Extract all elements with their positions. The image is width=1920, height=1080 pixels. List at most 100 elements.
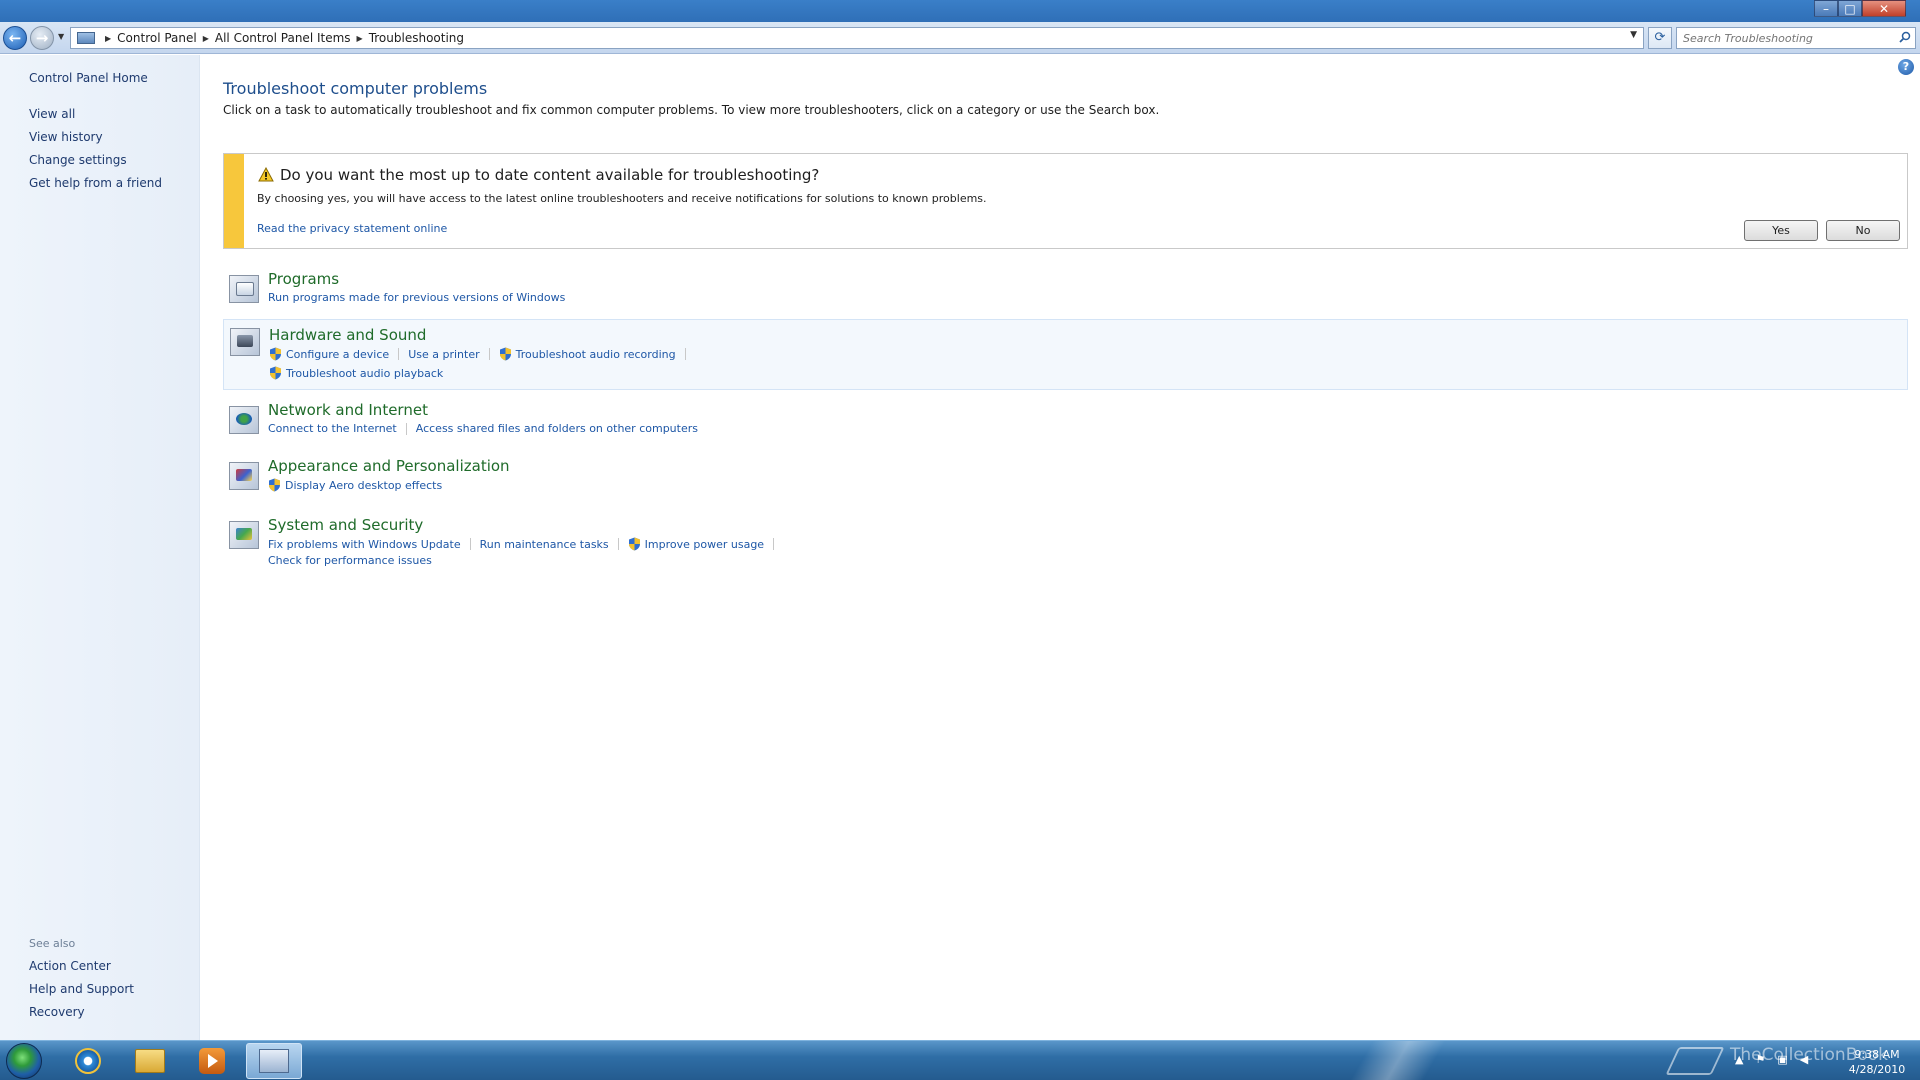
privacy-statement-link[interactable]: Read the privacy statement online <box>257 222 447 235</box>
category-title-system-security[interactable]: System and Security <box>268 516 423 534</box>
link-label: Check for performance issues <box>268 554 432 567</box>
category-title-network[interactable]: Network and Internet <box>268 401 428 419</box>
view-history-link[interactable]: View history <box>29 130 103 144</box>
category-links: Run programs made for previous versions … <box>268 291 565 304</box>
system-security-icon[interactable] <box>229 521 259 549</box>
back-button[interactable]: ← <box>3 26 27 50</box>
taskbar-control-panel[interactable] <box>246 1043 302 1079</box>
warning-icon <box>258 167 274 182</box>
category-network-and-internet: Network and Internet Connect to the Inte… <box>223 398 1908 444</box>
fix-windows-update-link[interactable]: Fix problems with Windows Update <box>268 538 461 551</box>
use-printer-link[interactable]: Use a printer <box>408 348 479 361</box>
action-center-flag-icon[interactable]: ⚑ <box>1755 1053 1765 1066</box>
refresh-button[interactable]: ⟳ <box>1648 27 1672 49</box>
show-hidden-icons-icon[interactable]: ▲ <box>1735 1053 1743 1066</box>
category-links: Fix problems with Windows Update Run mai… <box>268 537 783 551</box>
configure-device-link[interactable]: Configure a device <box>269 347 389 361</box>
refresh-icon: ⟳ <box>1654 30 1666 45</box>
link-separator <box>488 348 490 360</box>
infobar-accent-stripe <box>224 154 244 248</box>
run-maintenance-tasks-link[interactable]: Run maintenance tasks <box>480 538 609 551</box>
check-performance-issues-link[interactable]: Check for performance issues <box>268 554 432 567</box>
change-settings-link[interactable]: Change settings <box>29 153 127 167</box>
network-internet-icon[interactable] <box>229 406 259 434</box>
taskbar-wallpaper-streak <box>1300 1041 1520 1080</box>
chevron-right-icon[interactable]: ▶ <box>105 34 111 43</box>
link-label: Run programs made for previous versions … <box>268 291 566 304</box>
category-links: Display Aero desktop effects <box>268 478 442 492</box>
link-separator <box>405 422 407 435</box>
internet-explorer-icon <box>75 1048 101 1074</box>
search-box[interactable] <box>1676 27 1916 49</box>
control-panel-icon <box>77 32 95 44</box>
hardware-sound-icon[interactable] <box>230 328 260 356</box>
arrow-right-icon: → <box>35 29 49 47</box>
uac-shield-icon <box>270 347 281 361</box>
forward-button[interactable]: → <box>30 26 54 50</box>
category-system-and-security: System and Security Fix problems with Wi… <box>223 513 1908 575</box>
chevron-right-icon[interactable]: ▶ <box>203 34 209 43</box>
recovery-link[interactable]: Recovery <box>29 1005 85 1019</box>
link-separator <box>469 538 471 550</box>
left-navigation-pane: Control Panel Home View all View history… <box>0 55 200 1040</box>
run-old-programs-link[interactable]: Run programs made for previous versions … <box>268 291 565 304</box>
breadcrumb-troubleshooting[interactable]: Troubleshooting <box>369 31 464 45</box>
folder-icon <box>135 1049 165 1073</box>
troubleshoot-audio-recording-link[interactable]: Troubleshoot audio recording <box>499 347 676 361</box>
clock-date: 4/28/2010 <box>1848 1063 1906 1076</box>
category-title-programs[interactable]: Programs <box>268 270 339 288</box>
link-separator <box>684 348 686 360</box>
link-label: Display Aero desktop effects <box>285 478 443 492</box>
troubleshoot-audio-playback-link[interactable]: Troubleshoot audio playback <box>269 366 443 380</box>
volume-icon[interactable]: ◀ <box>1800 1053 1808 1066</box>
help-icon[interactable]: ? <box>1898 59 1914 75</box>
link-separator <box>773 538 775 550</box>
chevron-right-icon[interactable]: ▶ <box>357 34 363 43</box>
recent-pages-dropdown[interactable]: ▼ <box>58 32 64 41</box>
window-controls: – □ ✕ <box>1814 0 1906 17</box>
uac-shield-icon <box>499 347 511 361</box>
appearance-icon[interactable] <box>229 462 259 490</box>
help-and-support-link[interactable]: Help and Support <box>29 982 134 996</box>
uac-shield-icon <box>269 478 280 492</box>
see-also-heading: See also <box>29 937 76 950</box>
maximize-button[interactable]: □ <box>1838 0 1862 17</box>
window-title-bar: – □ ✕ <box>0 0 1920 22</box>
action-center-link[interactable]: Action Center <box>29 959 111 973</box>
start-button[interactable] <box>6 1043 42 1079</box>
link-label: Fix problems with Windows Update <box>268 537 461 551</box>
search-icon[interactable] <box>1899 31 1911 43</box>
yes-button[interactable]: Yes <box>1744 220 1818 241</box>
link-label: Troubleshoot audio recording <box>515 347 676 361</box>
taskbar-windows-explorer[interactable] <box>122 1043 178 1079</box>
programs-icon[interactable] <box>229 275 259 303</box>
system-clock[interactable]: 9:38 AM 4/28/2010 <box>1840 1047 1914 1077</box>
link-label: Use a printer <box>408 347 480 361</box>
link-label: Run maintenance tasks <box>479 537 609 551</box>
address-bar[interactable]: ▶ Control Panel ▶ All Control Panel Item… <box>70 27 1644 49</box>
category-title-appearance[interactable]: Appearance and Personalization <box>268 457 510 475</box>
control-panel-home-link[interactable]: Control Panel Home <box>29 71 148 85</box>
category-programs: Programs Run programs made for previous … <box>223 267 1908 313</box>
display-aero-effects-link[interactable]: Display Aero desktop effects <box>268 478 442 492</box>
close-button[interactable]: ✕ <box>1862 0 1906 17</box>
category-title-hardware[interactable]: Hardware and Sound <box>269 326 426 344</box>
arrow-left-icon: ← <box>8 29 22 47</box>
breadcrumb-all-items[interactable]: All Control Panel Items <box>215 31 351 45</box>
minimize-button[interactable]: – <box>1814 0 1838 17</box>
no-button[interactable]: No <box>1826 220 1900 241</box>
connect-to-internet-link[interactable]: Connect to the Internet <box>268 422 397 435</box>
improve-power-usage-link[interactable]: Improve power usage <box>628 537 764 551</box>
address-dropdown-icon[interactable]: ▼ <box>1630 30 1637 40</box>
search-input[interactable] <box>1677 28 1887 48</box>
taskbar-media-player[interactable] <box>184 1043 240 1079</box>
get-help-from-friend-link[interactable]: Get help from a friend <box>29 176 162 190</box>
view-all-link[interactable]: View all <box>29 107 75 121</box>
taskbar-internet-explorer[interactable] <box>60 1043 116 1079</box>
network-icon[interactable]: ▣ <box>1777 1053 1787 1066</box>
breadcrumb-control-panel[interactable]: Control Panel <box>117 31 197 45</box>
navigation-bar: ← → ▼ ▶ Control Panel ▶ All Control Pane… <box>0 22 1920 54</box>
access-shared-files-link[interactable]: Access shared files and folders on other… <box>416 422 698 435</box>
link-label: Improve power usage <box>644 537 765 551</box>
category-hardware-and-sound: Hardware and Sound Configure a device Us… <box>223 319 1908 390</box>
